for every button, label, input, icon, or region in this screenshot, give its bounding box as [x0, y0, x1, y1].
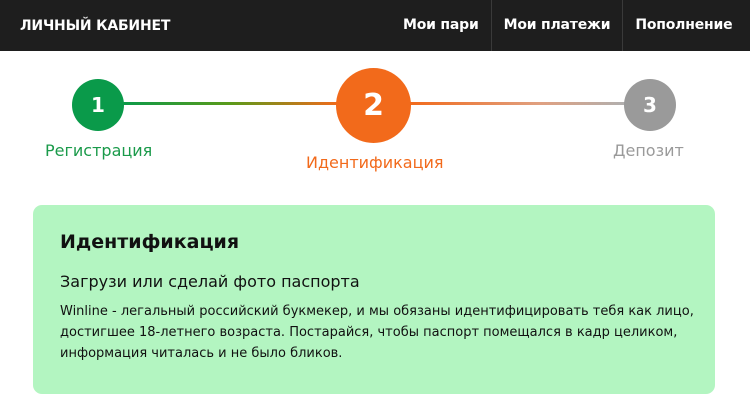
- step-2-circle: 2: [336, 68, 411, 143]
- top-header: ЛИЧНЫЙ КАБИНЕТ Мои пари Мои платежи Попо…: [0, 0, 750, 51]
- step-1-label: Регистрация: [45, 141, 153, 160]
- step-2-label: Идентификация: [306, 153, 444, 172]
- card-subtitle: Загрузи или сделай фото паспорта: [60, 272, 360, 291]
- header-nav: Мои пари Мои платежи Пополнение: [391, 0, 744, 51]
- card-description: Winline - легальный российский букмекер,…: [60, 304, 694, 361]
- card-title: Идентификация: [60, 231, 240, 253]
- step-connector-1-2: [121, 102, 339, 105]
- step-3-circle: 3: [624, 79, 676, 131]
- step-1-circle: 1: [72, 79, 124, 131]
- step-connector-2-3: [409, 102, 626, 105]
- registration-stepper: 1 2 3 Регистрация Идентификация Депозит: [0, 51, 750, 201]
- nav-my-payments[interactable]: Мои платежи: [490, 0, 623, 51]
- nav-my-bets[interactable]: Мои пари: [391, 0, 491, 51]
- step-3-label: Депозит: [613, 141, 684, 160]
- nav-deposit[interactable]: Пополнение: [622, 0, 744, 51]
- account-title: ЛИЧНЫЙ КАБИНЕТ: [20, 18, 171, 34]
- identification-info-card: Идентификация Загрузи или сделай фото па…: [33, 205, 715, 394]
